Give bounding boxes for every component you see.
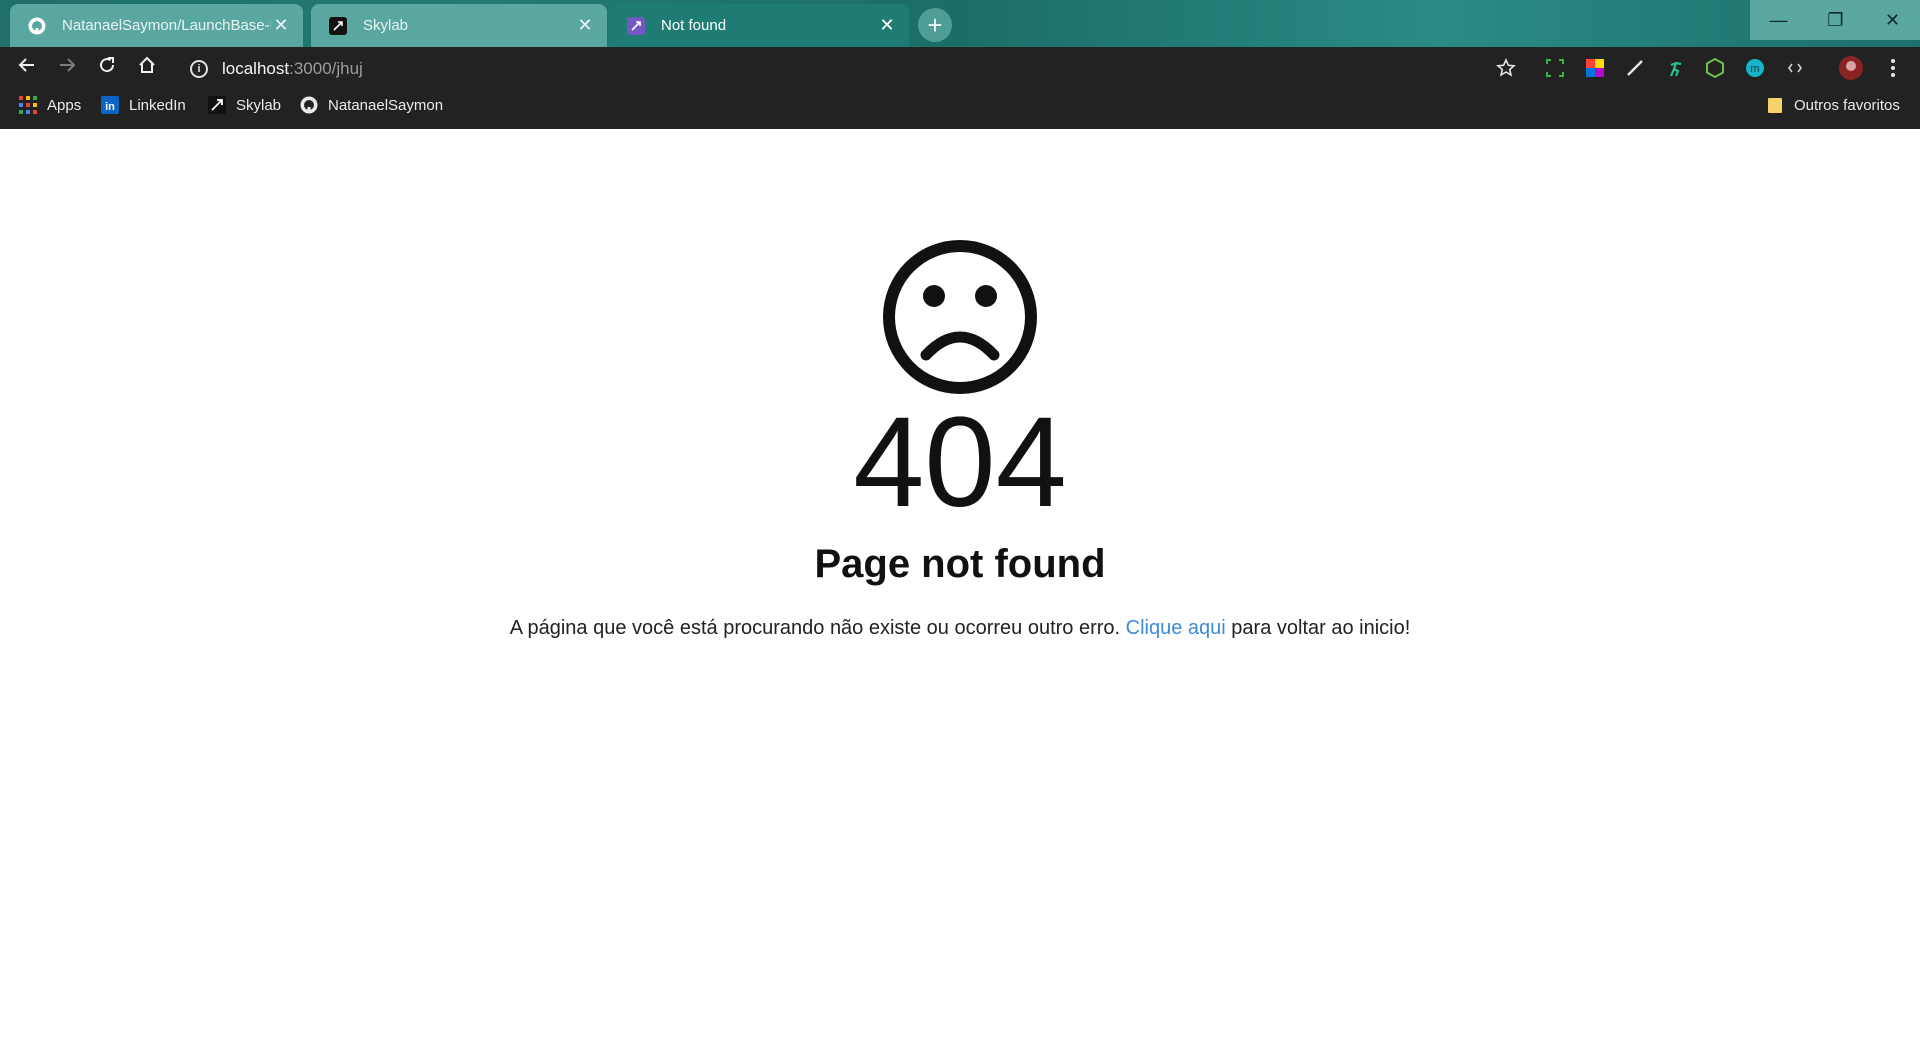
tab-title: Skylab	[363, 17, 409, 34]
bookmark-label: LinkedIn	[129, 96, 186, 114]
bookmark-label: Outros favoritos	[1794, 96, 1900, 114]
tab-not-found[interactable]: Not found ✕	[609, 4, 909, 47]
bookmark-skylab[interactable]: Skylab	[208, 93, 281, 117]
url-path: :3000/jhuj	[289, 59, 363, 78]
screenshot-extension-icon[interactable]	[1542, 55, 1568, 81]
github-icon	[300, 96, 318, 114]
bookmark-natanaelsaymon[interactable]: NatanaelSaymon	[300, 93, 443, 117]
arrow-right-icon	[60, 58, 76, 72]
url-text[interactable]: localhost:3000/jhuj	[222, 59, 363, 79]
svg-text:m: m	[1750, 63, 1759, 75]
code-extension-icon[interactable]	[1782, 55, 1808, 81]
bookmark-label: Skylab	[236, 96, 282, 114]
page-title: Page not found	[814, 542, 1106, 586]
apps-grid-icon	[19, 96, 37, 114]
new-tab-button[interactable]: +	[918, 8, 952, 42]
page-content: 404 Page not found A página que você est…	[0, 129, 1920, 1038]
home-link[interactable]: Clique aqui	[1126, 617, 1226, 639]
menu-icon[interactable]	[1880, 55, 1906, 81]
restore-button[interactable]: ❐	[1807, 0, 1864, 40]
bookmark-star-icon[interactable]	[1493, 55, 1519, 81]
minimize-button[interactable]: —	[1750, 0, 1807, 40]
url-host: localhost	[222, 59, 290, 78]
bookmark-linkedin[interactable]: in LinkedIn	[101, 93, 186, 117]
back-button[interactable]	[9, 47, 45, 83]
bookmark-other-favorites[interactable]: Outros favoritos	[1766, 93, 1900, 117]
runner-extension-icon[interactable]	[1662, 55, 1688, 81]
tab-skylab[interactable]: Skylab ✕	[311, 4, 607, 47]
close-icon[interactable]: ✕	[877, 15, 897, 36]
home-icon	[139, 56, 155, 73]
bookmark-label: NatanaelSaymon	[328, 96, 444, 114]
svg-text:in: in	[105, 101, 115, 113]
pen-extension-icon[interactable]	[1622, 55, 1648, 81]
close-window-button[interactable]: ✕	[1864, 0, 1920, 40]
close-icon[interactable]: ✕	[271, 15, 291, 36]
home-button[interactable]	[129, 47, 165, 83]
bookmark-apps[interactable]: Apps	[19, 93, 81, 117]
rocketseat-purple-icon	[627, 16, 645, 35]
nodejs-extension-icon[interactable]	[1702, 55, 1728, 81]
reload-icon	[100, 57, 115, 73]
reload-button[interactable]	[89, 47, 125, 83]
address-bar[interactable]: i localhost:3000/jhuj	[178, 51, 1528, 87]
message-text-end: para voltar ao inicio!	[1225, 617, 1411, 639]
site-info-icon[interactable]: i	[190, 60, 208, 78]
tab-strip: NatanaelSaymon/LaunchBase-Bo ✕ Skylab ✕ …	[0, 0, 1920, 47]
rocketseat-icon	[208, 96, 226, 114]
error-message: A página que você está procurando não ex…	[0, 617, 1920, 640]
sad-face-icon	[883, 240, 1037, 394]
rocketseat-icon	[329, 16, 347, 35]
bookmark-label: Apps	[47, 96, 82, 114]
color-palette-extension-icon[interactable]	[1582, 55, 1608, 81]
linkedin-icon: in	[101, 96, 119, 114]
error-code: 404	[853, 391, 1067, 534]
folder-icon	[1766, 96, 1784, 114]
tab-title: NatanaelSaymon/LaunchBase-Bo	[62, 17, 271, 34]
forward-button[interactable]	[49, 47, 85, 83]
message-text: A página que você está procurando não ex…	[509, 617, 1126, 639]
m-extension-icon[interactable]: m	[1742, 55, 1768, 81]
close-icon[interactable]: ✕	[575, 15, 595, 36]
profile-avatar[interactable]	[1838, 55, 1864, 81]
tab-title: Not found	[661, 17, 727, 34]
github-icon	[28, 17, 46, 35]
tab-github[interactable]: NatanaelSaymon/LaunchBase-Bo ✕	[10, 4, 303, 47]
arrow-left-icon	[18, 58, 34, 72]
